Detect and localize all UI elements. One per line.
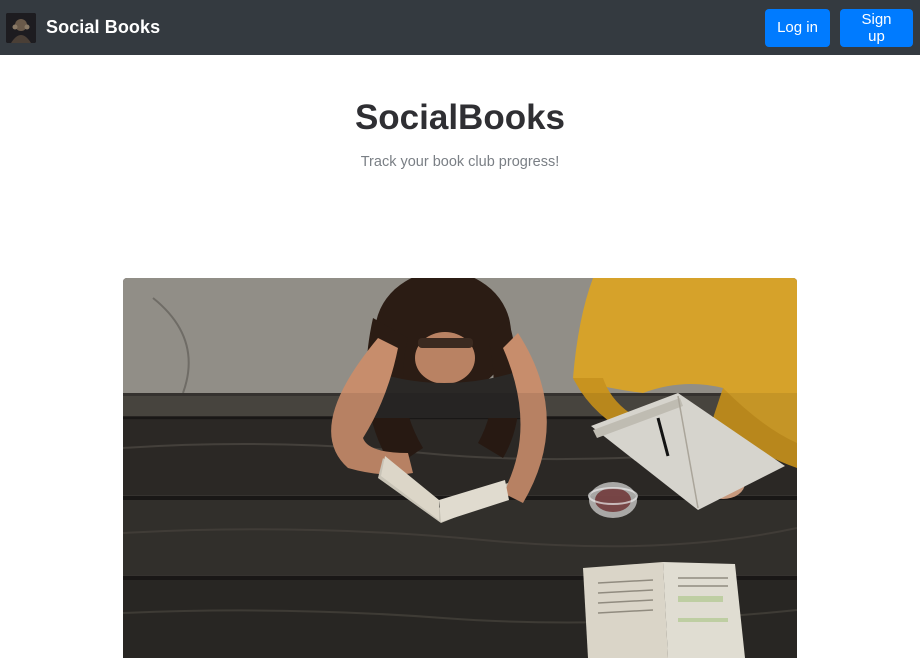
signup-button[interactable]: Sign up	[840, 8, 913, 47]
auth-actions: Log in Sign up	[765, 8, 913, 47]
brand-name: Social Books	[46, 17, 161, 37]
hero-photo	[123, 278, 797, 658]
people-reading-photo	[123, 278, 797, 658]
page-title: SocialBooks	[354, 98, 566, 137]
page-subtitle: Track your book club progress!	[360, 154, 560, 170]
brand-logo-icon	[6, 12, 36, 43]
login-button[interactable]: Log in	[765, 8, 830, 47]
brand-link[interactable]: Social Books	[6, 12, 161, 43]
top-navbar: Social Books Log in Sign up	[0, 0, 920, 55]
